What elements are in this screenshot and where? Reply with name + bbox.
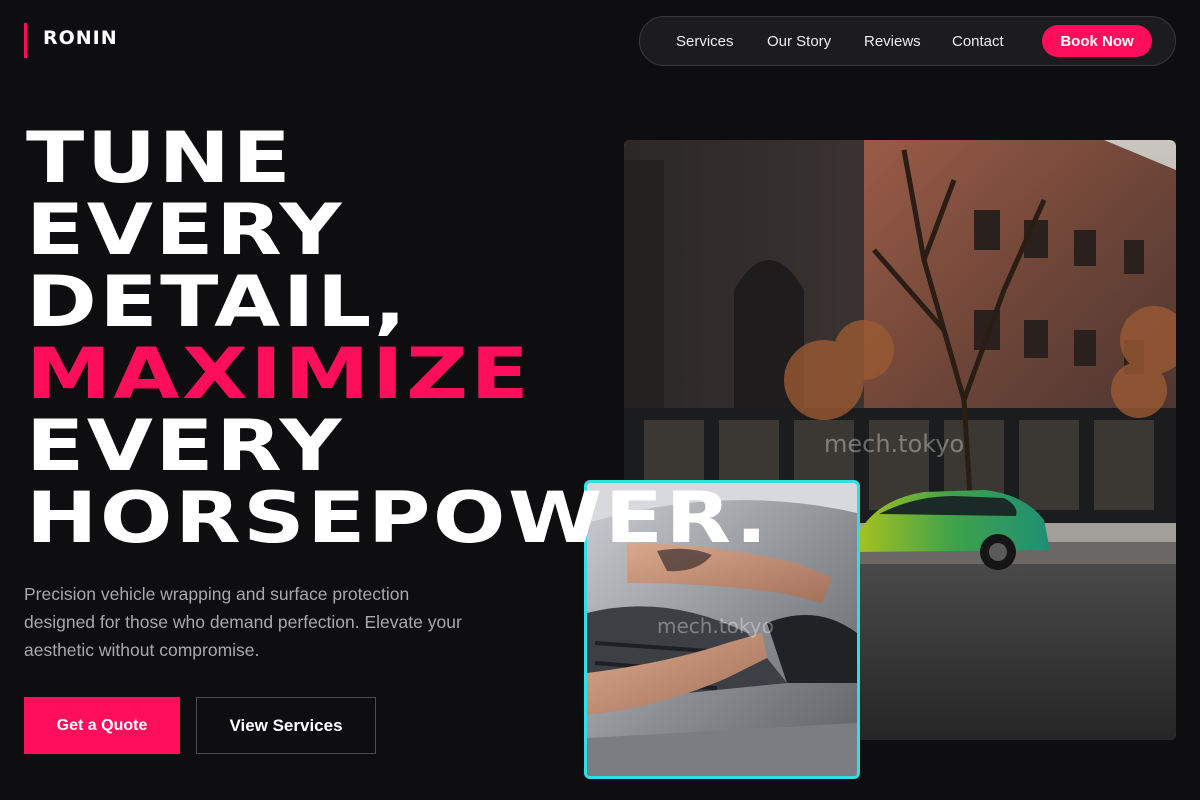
detail-photo-watermark: mech.tokyo (657, 614, 774, 638)
headline-line-6: HORSEPOWER. (26, 477, 771, 559)
nav-link-contact[interactable]: Contact (952, 17, 1004, 65)
headline-line-1: TUNE (26, 117, 294, 199)
nav-link-services[interactable]: Services (676, 17, 734, 65)
main-nav: Services Our Story Reviews Contact Book … (639, 16, 1176, 66)
headline-line-2: EVERY (26, 189, 344, 271)
headline-line-3: DETAIL, (26, 261, 409, 343)
view-services-button[interactable]: View Services (196, 697, 376, 754)
landing-page: RONIN Services Our Story Reviews Contact… (0, 0, 1200, 800)
nav-link-our-story[interactable]: Our Story (767, 17, 831, 65)
book-now-button[interactable]: Book Now (1042, 25, 1152, 57)
brand-name: RONIN (43, 26, 118, 49)
nav-link-reviews[interactable]: Reviews (864, 17, 921, 65)
headline-line-5: EVERY (26, 405, 344, 487)
brand-logo[interactable]: RONIN (24, 23, 118, 58)
hero-subtext: Precision vehicle wrapping and surface p… (24, 584, 462, 660)
get-quote-button[interactable]: Get a Quote (24, 697, 180, 754)
hero-headline: TUNE EVERY DETAIL, MAXIMIZE EVERY HORSEP… (26, 122, 904, 554)
headline-line-highlight: MAXIMIZE (26, 333, 532, 415)
